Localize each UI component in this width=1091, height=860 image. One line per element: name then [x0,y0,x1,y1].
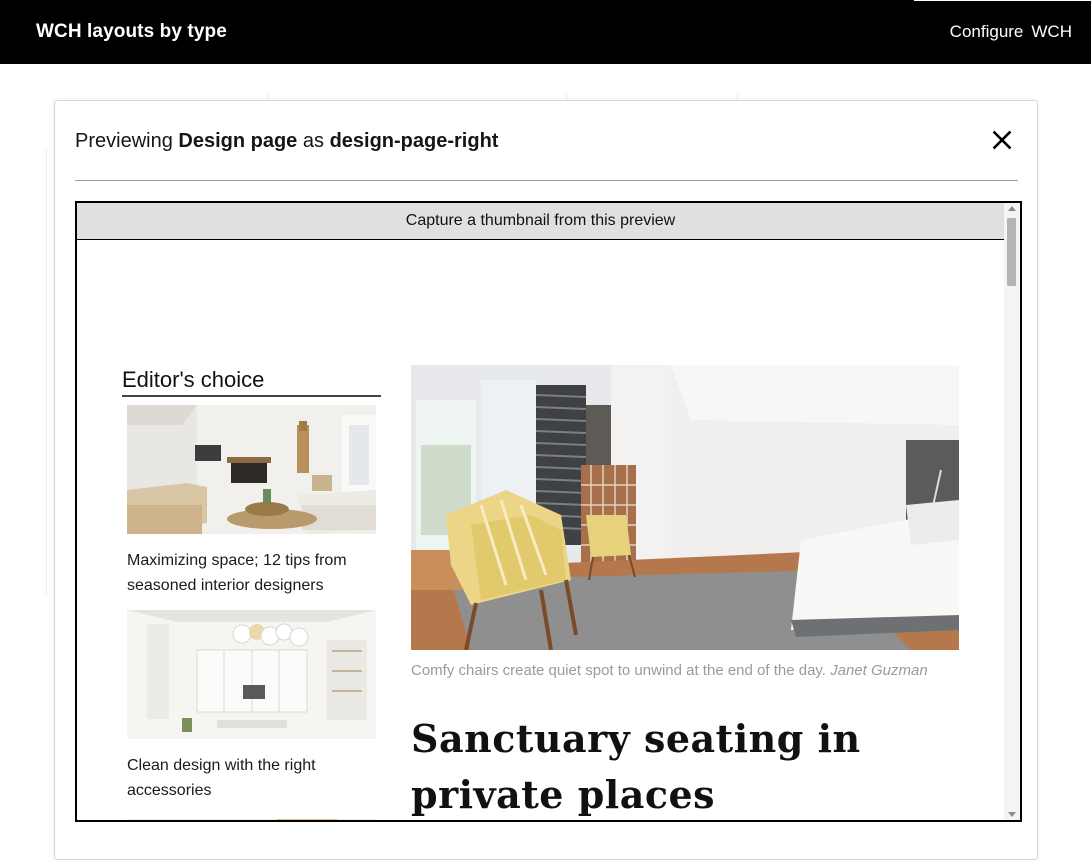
title-prefix: Previewing [75,130,173,152]
dialog-title: Previewing Design page as design-page-ri… [75,130,498,153]
nav-configure[interactable]: Configure [950,22,1024,42]
scroll-down-arrow-icon[interactable] [1008,812,1016,817]
header-edge-line [914,0,1091,1]
layout-name: design-page-right [329,130,499,152]
content-type-name: Design page [178,130,298,152]
background-divider [46,150,47,595]
preview-dialog: Previewing Design page as design-page-ri… [54,100,1038,860]
article-hero-image[interactable] [411,365,959,650]
editors-choice-item[interactable]: Clean design with the right accessories [127,610,376,803]
editors-choice-heading: Editor's choice [122,367,381,397]
editors-choice-caption[interactable]: Maximizing space; 12 tips from seasoned … [127,548,376,598]
living-room-thumbnail[interactable] [127,405,376,534]
capture-thumbnail-button[interactable]: Capture a thumbnail from this preview [77,203,1004,240]
title-divider [75,180,1018,181]
editors-choice-caption[interactable]: Clean design with the right accessories [127,753,376,803]
third-thumbnail[interactable] [127,816,376,820]
white-room-thumbnail[interactable] [127,610,376,739]
app-title: WCH layouts by type [36,21,227,42]
article-headline[interactable]: Sanctuary seating in private places [411,711,971,820]
hero-image-caption: Comfy chairs create quiet spot to unwind… [411,660,931,682]
title-middle: as [302,130,324,152]
close-icon[interactable] [990,128,1014,152]
layout-preview-frame[interactable]: Capture a thumbnail from this preview Ed… [75,201,1022,822]
editors-choice-item[interactable] [127,816,376,820]
editors-choice-item[interactable]: Maximizing space; 12 tips from seasoned … [127,405,376,598]
preview-scrollbar[interactable] [1004,203,1020,820]
hero-image-credit: Janet Guzman [830,662,928,679]
hero-caption-text: Comfy chairs create quiet spot to unwind… [411,662,826,679]
header-nav: Configure WCH [950,22,1072,42]
nav-wch[interactable]: WCH [1031,22,1072,42]
scroll-thumb[interactable] [1007,218,1016,286]
scroll-up-arrow-icon[interactable] [1008,206,1016,211]
app-header: WCH layouts by type Configure WCH [0,0,1091,64]
